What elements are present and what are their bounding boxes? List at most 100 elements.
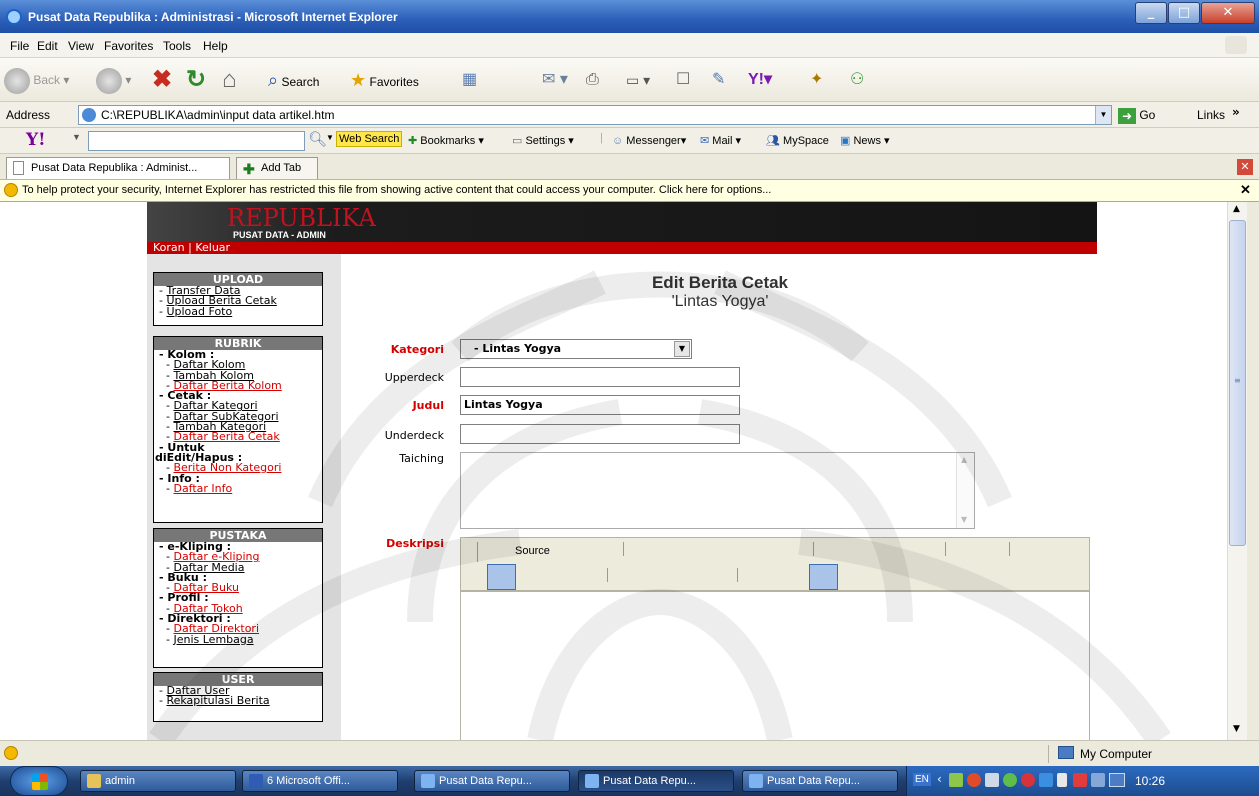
windows-taskbar: admin 6 Microsoft Offi... Pusat Data Rep… — [0, 766, 1259, 796]
task-pusat-data-1[interactable]: Pusat Data Repu... — [414, 770, 570, 792]
kategori-value: - Lintas Yogya — [474, 342, 562, 355]
language-indicator[interactable]: EN — [913, 773, 931, 786]
warning-icon[interactable] — [4, 746, 18, 760]
edit-icon[interactable]: ▭ ▾ — [626, 66, 666, 94]
editor-button-icon[interactable] — [809, 564, 838, 590]
address-dropdown-icon[interactable]: ▼ — [1095, 106, 1111, 124]
scroll-down-icon[interactable]: ▼ — [961, 515, 967, 524]
myspace-button[interactable]: 👥︎ MySpace — [766, 134, 829, 147]
messenger-tray-icon[interactable] — [1003, 773, 1017, 787]
msn-people-icon[interactable]: ⚇ — [850, 66, 880, 94]
taiching-textarea[interactable] — [460, 452, 975, 529]
magnifier-icon[interactable]: 🔍︎ — [308, 130, 327, 148]
close-info-bar-icon[interactable]: ✕ — [1240, 180, 1251, 200]
news-button[interactable]: ▣ News ▾ — [840, 134, 890, 147]
bookmarks-label: Bookmarks — [420, 135, 476, 147]
add-tab-button[interactable]: ✚ Add Tab — [236, 157, 318, 179]
menu-help[interactable]: Help — [203, 39, 228, 53]
smiley-icon: ☺ — [612, 135, 624, 147]
start-button[interactable] — [10, 766, 68, 796]
web-search-button[interactable]: Web Search — [336, 131, 403, 147]
yahoo-logo[interactable]: Y! — [26, 130, 46, 150]
editor-source-button[interactable]: Source — [515, 545, 550, 557]
home-icon[interactable]: ⌂ — [222, 66, 252, 94]
mail-icon[interactable]: ✉ ▾ — [542, 66, 582, 94]
go-button[interactable]: ➜ Go — [1118, 105, 1170, 125]
forward-button[interactable]: ▾ — [96, 66, 146, 94]
maximize-button[interactable]: □ — [1168, 2, 1200, 24]
scrollbar-thumb[interactable]: ≡ — [1229, 220, 1246, 546]
back-button[interactable]: Back ▾ — [4, 66, 92, 94]
menu-view[interactable]: View — [68, 39, 94, 53]
volume-icon[interactable] — [985, 773, 999, 787]
battery-icon[interactable] — [1057, 773, 1067, 787]
site-logo[interactable]: REPUBLIKA — [227, 204, 376, 232]
tray-expand-icon[interactable]: ‹ — [937, 772, 942, 786]
menu-edit[interactable]: Edit — [37, 39, 58, 53]
page-scrollbar[interactable]: ▲ ≡ ▼ — [1227, 202, 1247, 740]
scroll-down-icon[interactable]: ▼ — [1233, 724, 1240, 734]
bookmarks-button[interactable]: ✚ Bookmarks ▾ — [408, 134, 484, 147]
windows-flag-icon — [1225, 36, 1247, 54]
messenger-icon[interactable]: ✎ — [712, 66, 742, 94]
history-icon[interactable]: ▦ — [462, 66, 484, 94]
address-url: C:\REPUBLIKA\admin\input data artikel.ht… — [101, 108, 335, 122]
task-pusat-data-2[interactable]: Pusat Data Repu... — [578, 770, 734, 792]
update-icon[interactable] — [1021, 773, 1035, 787]
taiching-scrollbar[interactable]: ▲ ▼ — [956, 453, 974, 528]
close-window-button[interactable]: ✕ — [1201, 2, 1255, 24]
tab-pusat-data[interactable]: Pusat Data Republika : Administ... — [6, 157, 230, 179]
favorites-button[interactable]: ★ Favorites — [350, 66, 450, 94]
yahoo-icon[interactable]: Y!▾ — [748, 66, 798, 94]
network-icon[interactable] — [949, 773, 963, 787]
security-tray-icon[interactable] — [1073, 773, 1087, 787]
security-info-bar[interactable]: To help protect your security, Internet … — [0, 180, 1259, 202]
task-pusat-data-3[interactable]: Pusat Data Repu... — [742, 770, 898, 792]
task-admin[interactable]: admin — [80, 770, 236, 792]
menu-daftar-info[interactable]: Daftar Info — [173, 482, 232, 495]
ie-icon — [585, 774, 599, 788]
yahoo-menu-dropdown-icon[interactable]: ▼ — [72, 132, 81, 142]
top-nav-links[interactable]: Koran | Keluar — [153, 241, 230, 254]
task-microsoft-office[interactable]: 6 Microsoft Offi... — [242, 770, 398, 792]
research-icon[interactable]: ✦ — [810, 66, 838, 94]
kategori-select[interactable]: - Lintas Yogya ▼ — [460, 339, 692, 359]
clock[interactable]: 10:26 — [1135, 774, 1165, 788]
menu-upload-foto[interactable]: Upload Foto — [166, 305, 232, 318]
search-button[interactable]: ⌕ Search — [268, 66, 348, 94]
app-tray-icon[interactable] — [1039, 773, 1053, 787]
tray-icon[interactable] — [1091, 773, 1105, 787]
close-tab-icon[interactable]: ✕ — [1237, 159, 1253, 175]
print-icon[interactable]: ⎙ — [586, 66, 616, 94]
user-menu: USER - Daftar User - Rekapitulasi Berita — [153, 672, 323, 722]
underdeck-input[interactable] — [460, 424, 740, 444]
judul-input[interactable]: Lintas Yogya — [460, 395, 740, 415]
discuss-icon[interactable]: ☐ — [676, 66, 696, 94]
upperdeck-input[interactable] — [460, 367, 740, 387]
antivirus-icon[interactable] — [967, 773, 981, 787]
menu-file[interactable]: File — [10, 39, 29, 53]
mail-button[interactable]: ✉ Mail ▾ — [700, 134, 741, 147]
editor-button-icon[interactable] — [487, 564, 516, 590]
address-input[interactable]: C:\REPUBLIKA\admin\input data artikel.ht… — [78, 105, 1112, 125]
links-label[interactable]: Links — [1197, 108, 1225, 122]
deskripsi-editor[interactable] — [460, 591, 1090, 740]
chevron-down-icon[interactable]: ▼ — [674, 341, 690, 357]
scroll-up-icon[interactable]: ▲ — [1233, 204, 1240, 214]
menu-tools[interactable]: Tools — [163, 39, 191, 53]
display-icon[interactable] — [1109, 773, 1125, 787]
system-tray: EN ‹ 10:26 — [906, 766, 1259, 796]
links-chevron-icon[interactable]: » — [1232, 105, 1240, 119]
refresh-icon[interactable]: ↻ — [186, 66, 216, 94]
messenger-button[interactable]: ☺ Messenger▾ — [612, 134, 686, 147]
toolbar-divider — [813, 542, 814, 556]
menu-favorites[interactable]: Favorites — [104, 39, 153, 53]
yahoo-search-input[interactable] — [88, 131, 305, 151]
stop-icon[interactable]: ✖ — [152, 66, 182, 94]
menu-jenis-lembaga[interactable]: Jenis Lembaga — [173, 633, 253, 646]
settings-button[interactable]: ▭ Settings ▾ — [512, 134, 574, 147]
menu-rekapitulasi-berita[interactable]: Rekapitulasi Berita — [166, 694, 269, 707]
scroll-up-icon[interactable]: ▲ — [961, 455, 967, 464]
search-dropdown-icon[interactable]: ▼ — [326, 133, 334, 142]
minimize-button[interactable]: _ — [1135, 2, 1167, 24]
